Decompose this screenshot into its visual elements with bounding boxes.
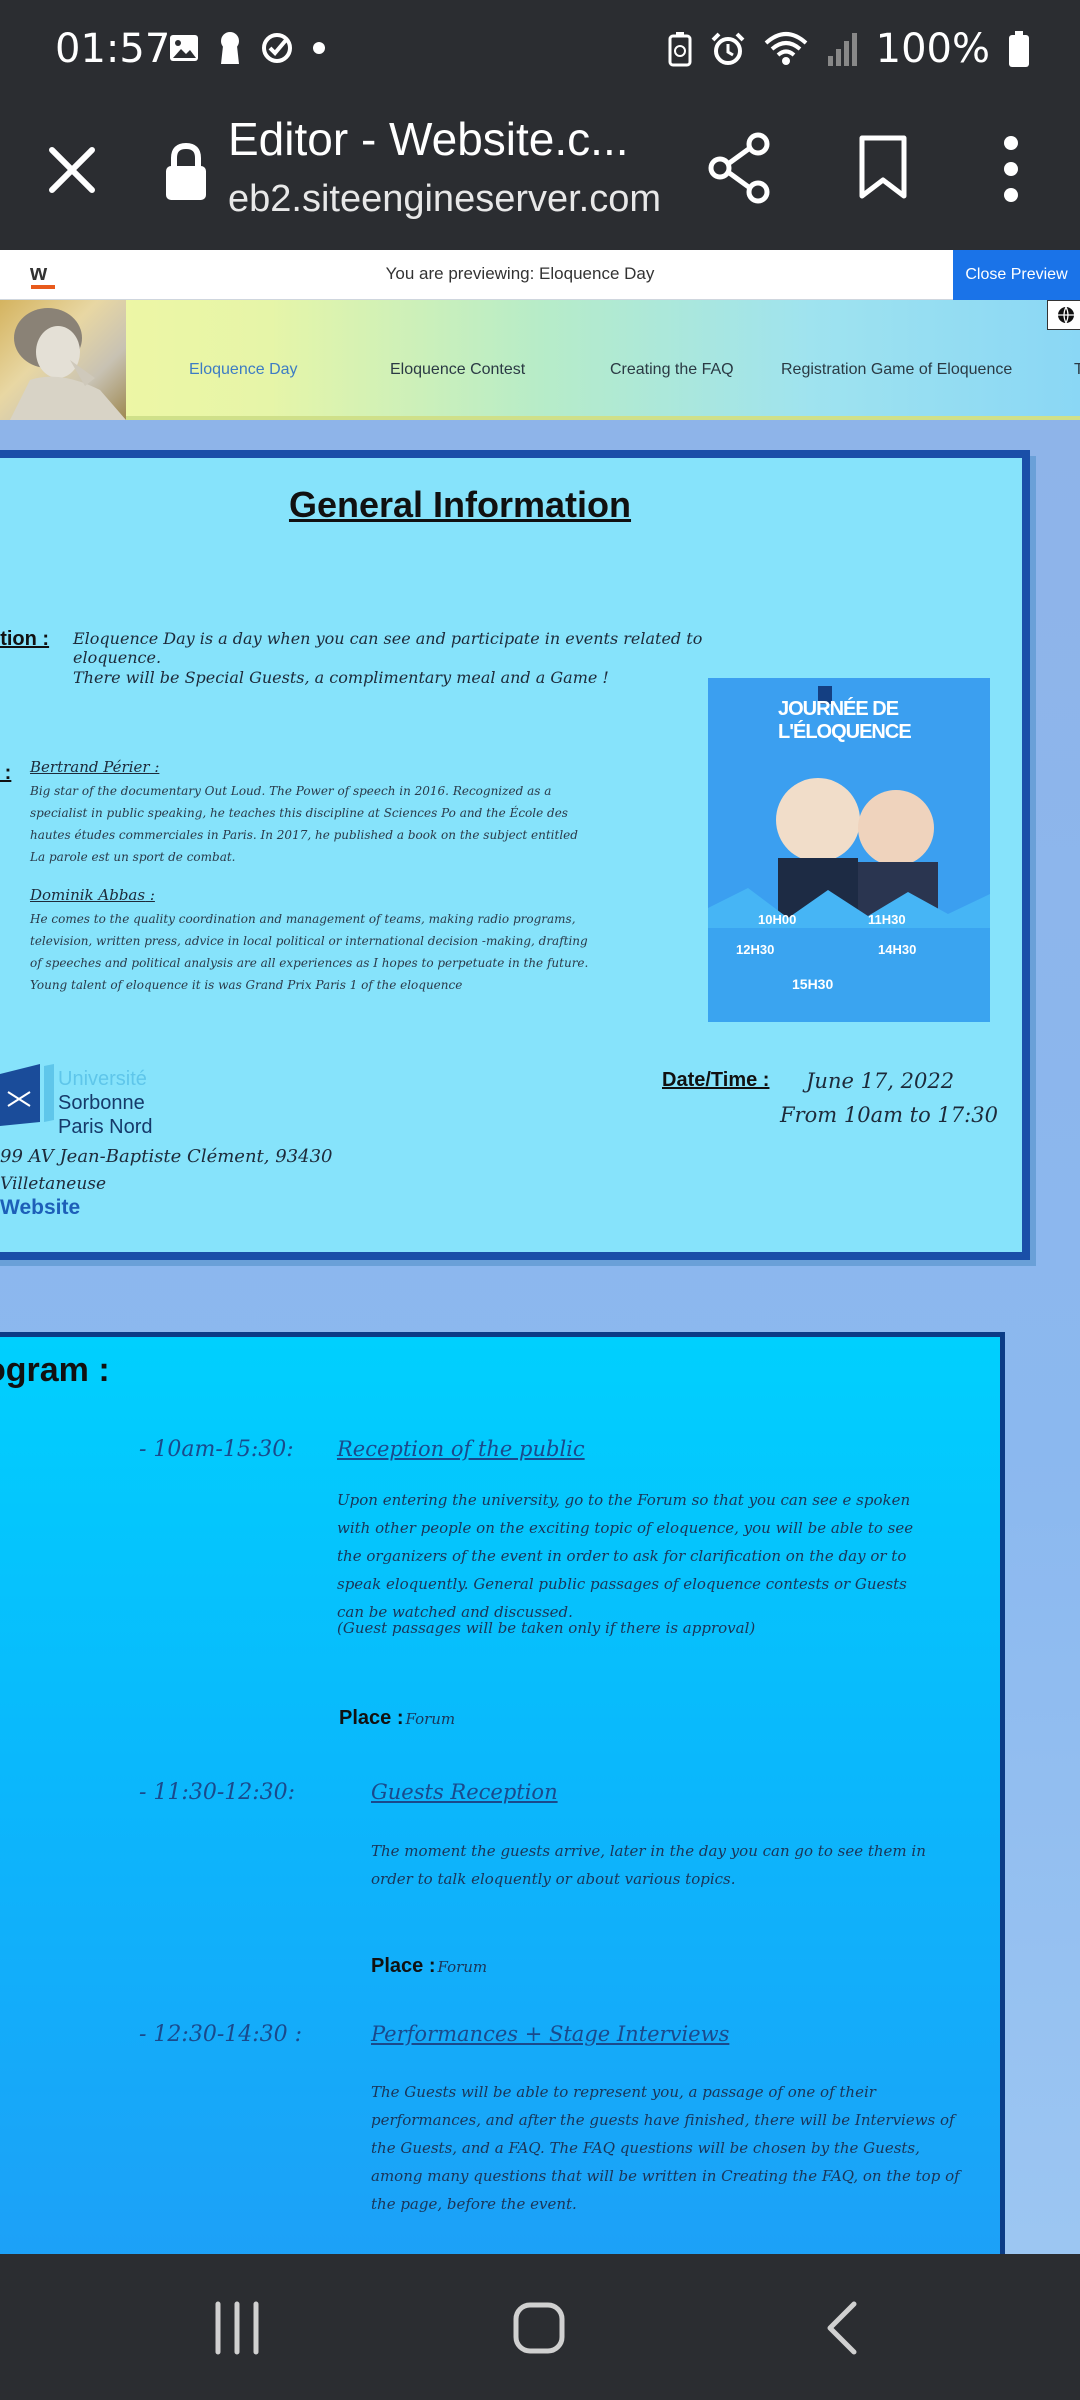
- statue-image[interactable]: [0, 300, 126, 420]
- date-time-label: Date/Time :: [662, 1069, 770, 1091]
- globe-icon: [1058, 306, 1074, 324]
- poster-time: 15H30: [792, 976, 834, 992]
- place-label: Place : Forum: [371, 1955, 488, 1977]
- event-description: The moment the guests arrive, later in t…: [371, 1842, 926, 1888]
- guest-name: Bertrand Périer :: [30, 758, 160, 776]
- place-value: Forum: [405, 1710, 456, 1728]
- event-time: - 10am-15:30:: [139, 1437, 294, 1462]
- place-label: Place : Forum: [339, 1707, 456, 1729]
- close-icon[interactable]: [40, 138, 104, 202]
- general-info-title: General Information: [288, 484, 632, 525]
- nav-item-eloquence-day[interactable]: Eloquence Day: [189, 361, 298, 379]
- site-navigation: Eloquence Day Eloquence Contest Creating…: [0, 300, 1080, 420]
- preview-text: You are previewing: Eloquence Day: [385, 264, 655, 283]
- program-title: ogram :: [0, 1351, 110, 1389]
- browser-toolbar: Editor - Website.c... eb2.siteengineserv…: [0, 100, 1080, 250]
- poster-title: JOURNÉE DE L'ÉLOQUENCE: [778, 698, 912, 743]
- poster-time: 12H30: [736, 942, 775, 957]
- event-title[interactable]: Reception of the public: [337, 1437, 585, 1461]
- close-preview-button[interactable]: Close Preview: [953, 250, 1080, 300]
- event-title[interactable]: Guests Reception: [371, 1780, 558, 1804]
- place-value: Forum: [437, 1958, 488, 1976]
- poster-time: 14H30: [878, 942, 917, 957]
- address-line-1: 99 AV Jean-Baptiste Clément, 93430: [0, 1146, 333, 1167]
- status-bar: 01:57 100%: [0, 0, 1080, 100]
- guest-name: Dominik Abbas :: [30, 886, 155, 904]
- university-name-line2: Sorbonne: [58, 1092, 145, 1114]
- gallery-icon: [170, 35, 198, 61]
- share-icon[interactable]: [708, 132, 772, 204]
- event-hours: From 10am to 17:30: [780, 1103, 998, 1127]
- university-logo-icon: [0, 1064, 54, 1126]
- wifi-icon: [764, 32, 807, 65]
- nav-item-registration-game[interactable]: Registration Game of Eloquence: [781, 361, 1012, 379]
- university-name-line3: Paris Nord: [58, 1116, 153, 1138]
- guest-bio: Big star of the documentary Out Loud. Th…: [30, 784, 578, 864]
- system-icons: 100%: [668, 26, 1030, 72]
- clock: 01:57: [55, 26, 171, 72]
- bookmark-icon[interactable]: [858, 134, 908, 200]
- battery-percentage: 100%: [875, 26, 990, 72]
- event-description: Upon entering the university, go to the …: [337, 1491, 914, 1621]
- guest-bio: He comes to the quality coordination and…: [30, 912, 589, 992]
- guests-label: s :: [0, 762, 12, 784]
- website-link[interactable]: Website: [0, 1196, 80, 1220]
- program-card: ogram : - 10am-15:30: Reception of the p…: [0, 1332, 1005, 2254]
- web-content[interactable]: w You are previewing: Eloquence Day Clos…: [0, 250, 1080, 2254]
- url-text[interactable]: eb2.siteengineserver.com: [228, 178, 668, 221]
- nav-item-eloquence-contest[interactable]: Eloquence Contest: [390, 361, 525, 379]
- more-options-icon[interactable]: [996, 134, 1026, 204]
- event-time: - 11:30-12:30:: [139, 1780, 296, 1805]
- nav-item-creating-faq[interactable]: Creating the FAQ: [610, 361, 734, 379]
- address-line-2: Villetaneuse: [0, 1174, 107, 1194]
- lock-icon: [166, 142, 206, 200]
- university-name-line1: Université: [58, 1068, 147, 1090]
- event-date: June 17, 2022: [806, 1069, 955, 1093]
- language-button[interactable]: [1047, 300, 1080, 330]
- check-circle-icon: [262, 33, 292, 63]
- event-title[interactable]: Performances + Stage Interviews: [371, 2022, 729, 2046]
- keyhole-icon: [221, 32, 239, 64]
- event-description: The Guests will be able to represent you…: [371, 2083, 960, 2213]
- recent-apps-icon[interactable]: [212, 2298, 262, 2358]
- dot-icon: [313, 42, 325, 54]
- description-line-1: Eloquence Day is a day when you can see …: [73, 629, 703, 667]
- system-navigation-bar: [0, 2254, 1080, 2400]
- general-information-card: General Information ption : Eloquence Da…: [0, 450, 1030, 1260]
- poster-time: 10H00: [758, 912, 797, 927]
- description-label: ption :: [0, 628, 50, 650]
- back-icon[interactable]: [822, 2298, 862, 2358]
- preview-bar: w You are previewing: Eloquence Day Clos…: [0, 250, 1080, 300]
- event-poster-image[interactable]: JOURNÉE DE L'ÉLOQUENCE 10H00 11H30 12H30…: [708, 678, 990, 1022]
- home-icon[interactable]: [512, 2298, 566, 2358]
- page-title[interactable]: Editor - Website.c...: [228, 112, 668, 166]
- event-note: (Guest passages will be taken only if th…: [337, 1619, 756, 1637]
- poster-time: 11H30: [868, 912, 906, 927]
- event-time: - 12:30-14:30 :: [139, 2022, 303, 2047]
- alarm-icon: [711, 32, 745, 65]
- notification-icons: [168, 30, 326, 66]
- nav-item-overflow[interactable]: T: [1074, 361, 1080, 379]
- description-line-2: There will be Special Guests, a complime…: [73, 668, 609, 687]
- battery-saver-icon: [668, 32, 692, 67]
- battery-icon: [1009, 31, 1029, 67]
- signal-icon: [827, 33, 857, 66]
